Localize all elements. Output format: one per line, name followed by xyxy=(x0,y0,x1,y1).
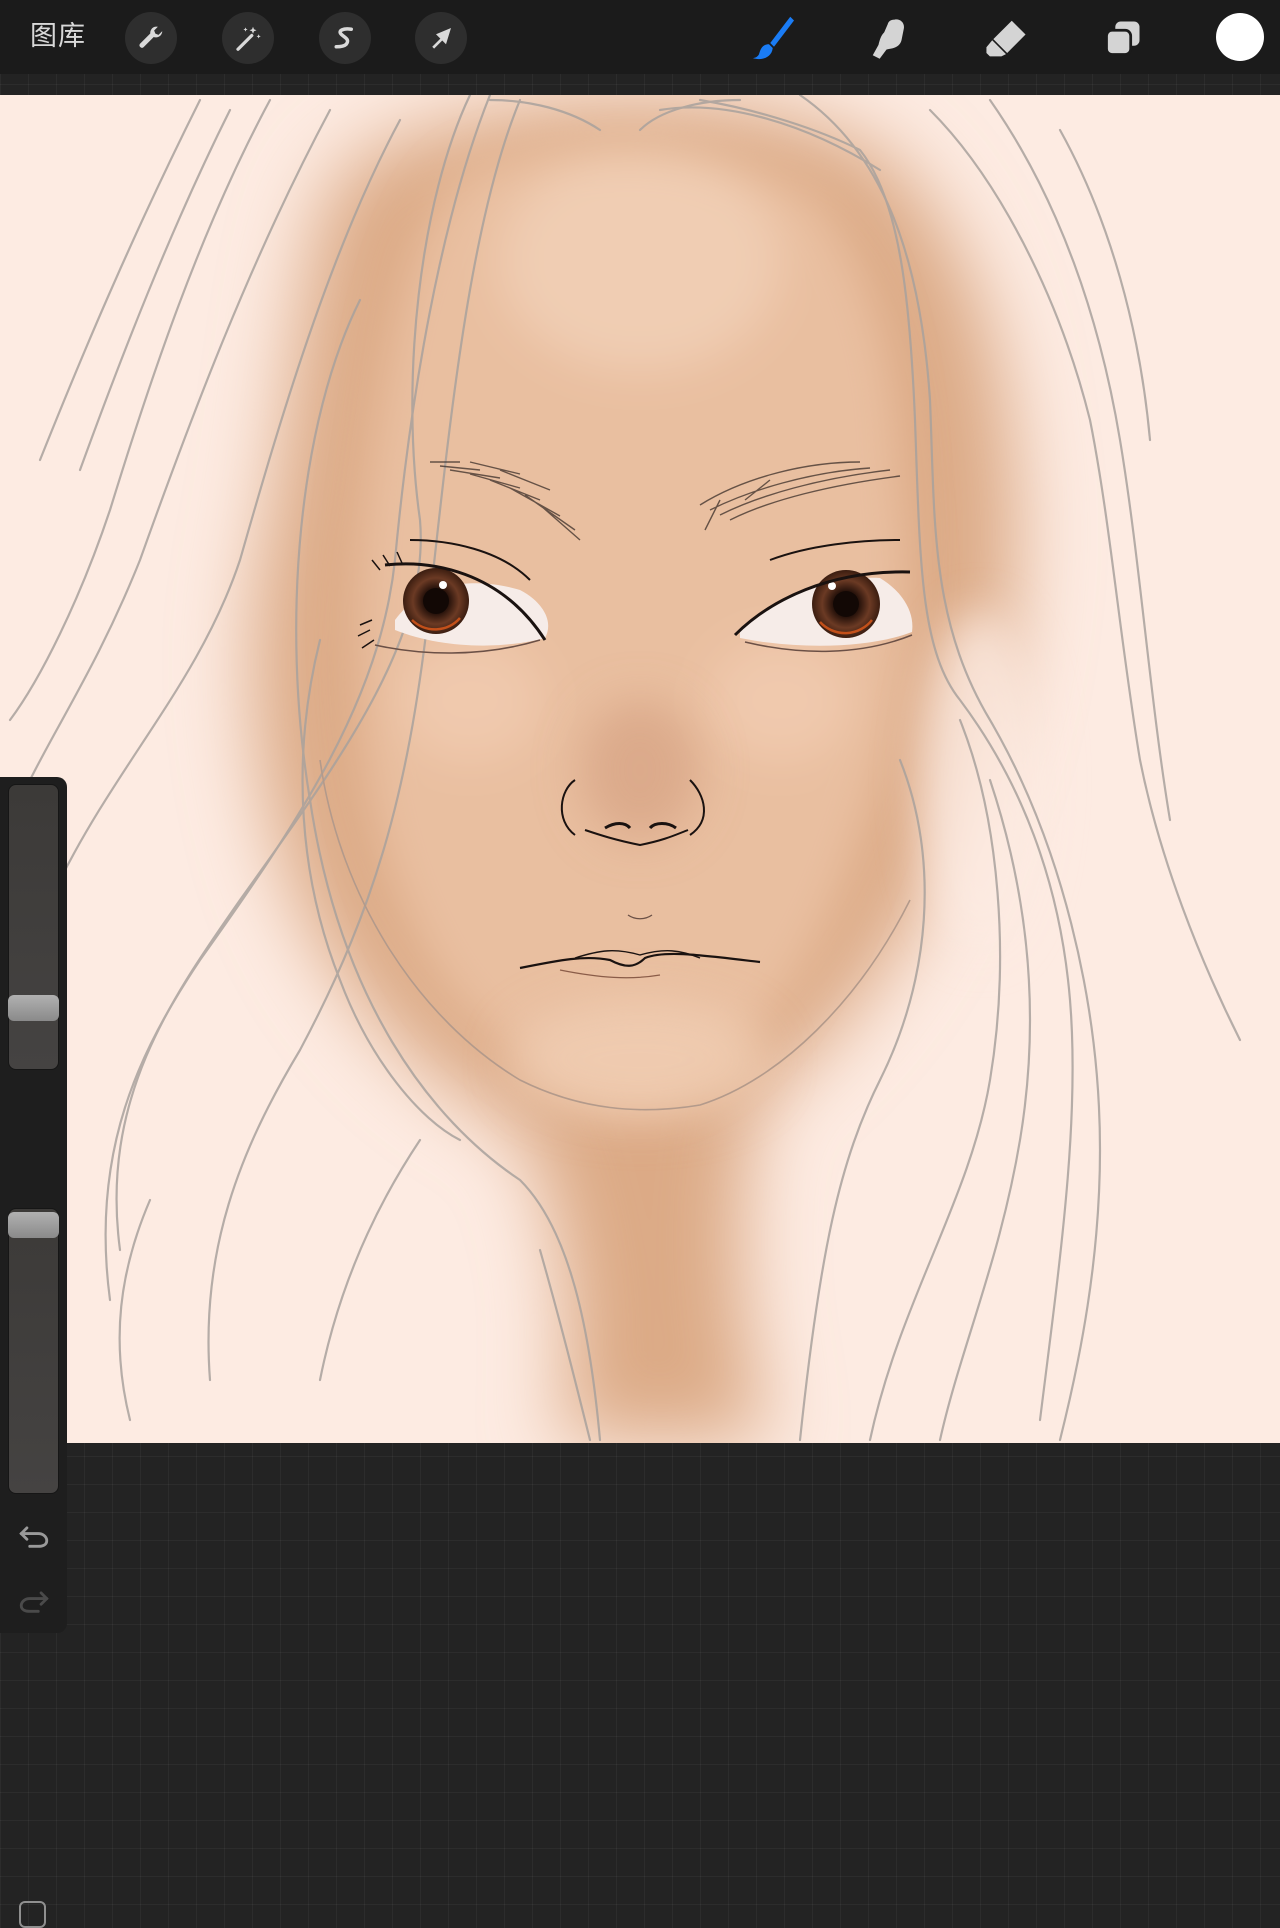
left-sidebar xyxy=(0,777,67,1928)
actions-button[interactable] xyxy=(125,12,177,64)
redo-icon[interactable] xyxy=(17,1583,51,1617)
eraser-icon xyxy=(986,20,1026,57)
selection-s-icon xyxy=(334,27,353,49)
selection-button[interactable] xyxy=(319,12,371,64)
layers-button[interactable] xyxy=(1095,10,1151,66)
arrow-cursor-icon xyxy=(432,28,451,49)
layers-icon xyxy=(1105,21,1140,56)
wrench-icon xyxy=(139,26,163,48)
transform-button[interactable] xyxy=(415,12,467,64)
top-toolbar: 图库 xyxy=(0,0,1280,74)
opacity-handle[interactable] xyxy=(8,1212,59,1238)
brush-tool-button[interactable] xyxy=(746,10,802,66)
magic-wand-icon xyxy=(236,26,261,51)
brush-size-slider[interactable] xyxy=(8,784,59,1070)
portrait-artwork xyxy=(8,95,1242,1442)
color-picker-button[interactable] xyxy=(1216,13,1264,61)
modify-square-icon[interactable] xyxy=(19,1901,46,1928)
smudge-finger-icon xyxy=(872,19,904,59)
smudge-tool-button[interactable] xyxy=(862,10,918,66)
gallery-button[interactable]: 图库 xyxy=(30,20,86,54)
eraser-tool-button[interactable] xyxy=(978,10,1034,66)
adjustments-button[interactable] xyxy=(222,12,274,64)
opacity-slider[interactable] xyxy=(8,1208,59,1494)
drawing-canvas[interactable] xyxy=(0,95,1280,1443)
undo-icon[interactable] xyxy=(17,1518,51,1552)
brush-icon xyxy=(752,16,794,60)
brush-size-handle[interactable] xyxy=(8,994,59,1021)
